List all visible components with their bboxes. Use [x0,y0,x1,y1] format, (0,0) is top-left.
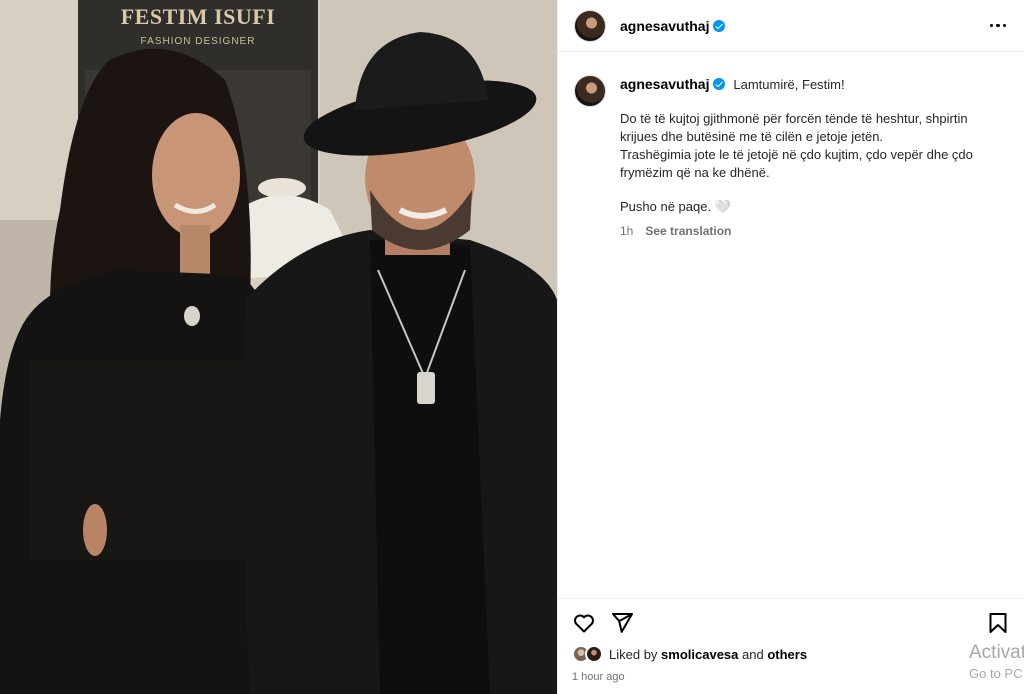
header-username[interactable]: agnesavuthaj [620,18,709,34]
paper-plane-icon[interactable] [610,611,634,635]
see-translation-link[interactable]: See translation [645,222,731,240]
caption-body: agnesavuthaj Lamtumirë, Festim! Do të të… [620,75,990,240]
post-actions: Liked by smolicavesa and others 1 hour a… [558,598,1024,694]
post-header: agnesavuthaj [558,0,1024,52]
liked-by-prefix: Liked by [609,646,658,662]
liked-by-user-link[interactable]: smolicavesa [661,647,738,662]
post-time[interactable]: 1 hour ago [572,671,1010,683]
more-options-icon[interactable] [986,18,1011,34]
caption-line: Do të të kujtoj gjithmonë për forcën tën… [620,111,968,126]
caption-closing: Pusho në paqe. 🤍 [620,199,731,214]
banner-title: FESTIM ISUFI [120,4,276,29]
caption-avatar[interactable] [574,75,606,107]
banner-subtitle: FASHION DESIGNER [140,36,256,47]
caption-line: Trashëgimia jote le të jetojë në çdo kuj… [620,147,973,162]
watermark-line1: Activate Windows [969,642,1024,663]
windows-activation-watermark: Activate Windows Go to PC settings [969,642,1024,681]
caption-line: frymëzim që na ke dhënë. [620,165,770,180]
photo-illustration [0,0,557,694]
liked-by-text: Liked by smolicavesa and others [609,647,807,662]
liked-by-and: and [742,646,764,662]
liked-by: Liked by smolicavesa and others [572,645,1010,663]
liker-avatar[interactable] [585,645,603,663]
watermark-line2: Go to PC settings [969,666,1024,681]
post-photo[interactable]: FESTIM ISUFI FASHION DESIGNER [0,0,557,694]
caption-meta: 1h See translation [620,222,990,240]
caption-time[interactable]: 1h [620,222,633,240]
heart-icon[interactable] [572,611,596,635]
verified-badge-icon [713,78,726,90]
caption: agnesavuthaj Lamtumirë, Festim! Do të të… [558,52,1024,240]
verified-badge-icon [713,19,726,32]
caption-line: krijues dhe butësinë me të cilën e jetoj… [620,129,884,144]
caption-username[interactable]: agnesavuthaj [620,76,709,92]
post-details-panel: agnesavuthaj agnesavuthaj Lamtumirë, Fes… [557,0,1024,694]
avatar[interactable] [574,9,606,42]
liked-by-others-link[interactable]: others [767,647,807,662]
action-icons-row [572,611,1010,635]
bookmark-icon[interactable] [986,611,1010,635]
caption-title: Lamtumirë, Festim! [733,77,845,92]
